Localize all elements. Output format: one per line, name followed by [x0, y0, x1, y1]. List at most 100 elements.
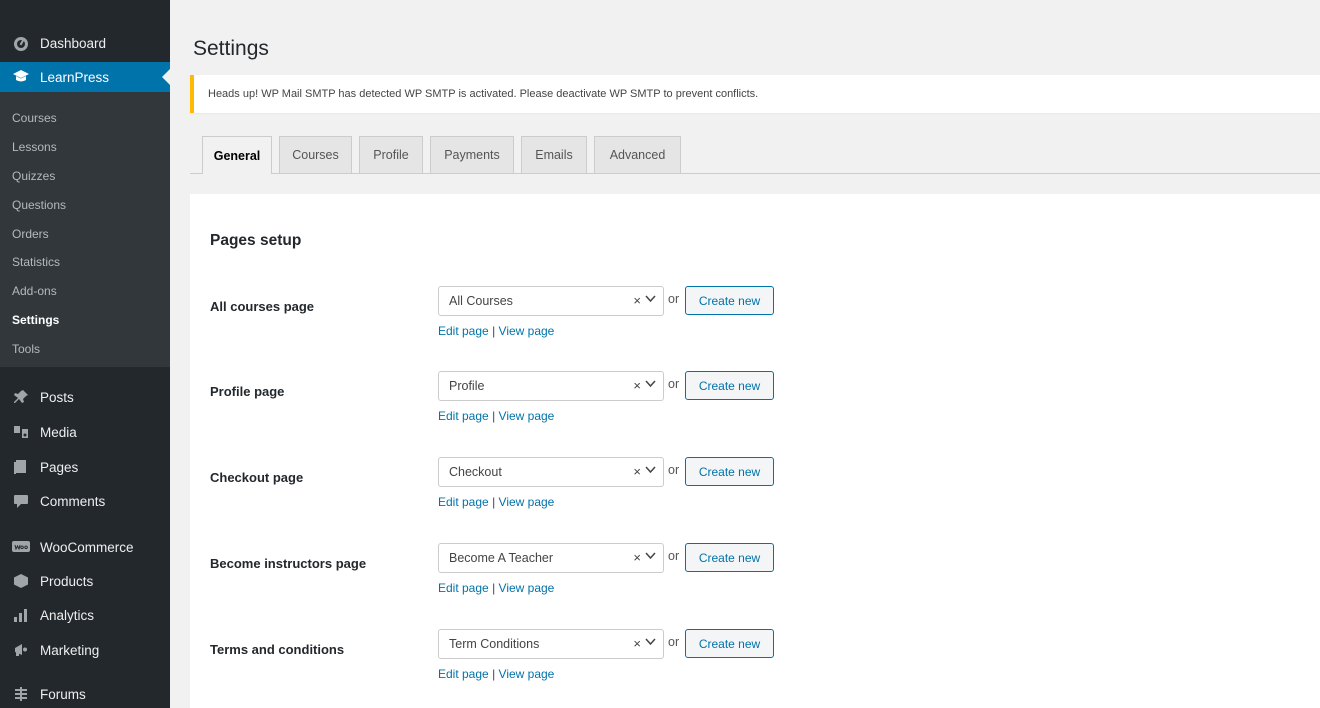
menu-marketing-label: Marketing	[40, 642, 100, 658]
chevron-down-icon[interactable]	[645, 377, 656, 391]
view-page-link[interactable]: View page	[499, 581, 555, 595]
or-text: or	[668, 635, 680, 649]
current-menu-arrow	[162, 69, 170, 85]
menu-forums-label: Forums	[40, 686, 86, 702]
menu-comments[interactable]: Comments	[0, 484, 170, 518]
menu-media[interactable]: Media	[0, 415, 170, 449]
view-page-link[interactable]: View page	[499, 409, 555, 423]
create-new-button[interactable]: Create new	[685, 286, 774, 315]
admin-sidebar: Dashboard LearnPress Courses Lessons Quizz…	[0, 0, 170, 708]
create-new-button[interactable]: Create new	[685, 543, 774, 572]
page-select[interactable]: Profile ×	[438, 371, 664, 401]
menu-products-label: Products	[40, 573, 94, 589]
menu-woocommerce-label: WooCommerce	[40, 539, 134, 555]
clear-icon[interactable]: ×	[633, 464, 641, 479]
media-icon	[12, 423, 30, 441]
tab-payments[interactable]: Payments	[430, 136, 514, 173]
page-select[interactable]: All Courses ×	[438, 286, 664, 316]
page-links: Edit page | View page	[438, 409, 554, 423]
edit-page-link[interactable]: Edit page	[438, 581, 489, 595]
page-select-value: All Courses	[449, 294, 513, 308]
tab-courses[interactable]: Courses	[279, 136, 352, 173]
menu-posts-label: Posts	[40, 389, 74, 405]
clear-icon[interactable]: ×	[633, 636, 641, 651]
setting-row: Become instructors page Become A Teacher ×…	[190, 541, 1320, 611]
submenu-item-lessons[interactable]: Lessons	[0, 133, 170, 162]
submenu-item-add-ons[interactable]: Add-ons	[0, 277, 170, 306]
setting-row: Checkout page Checkout × or Create new Edit p…	[190, 455, 1320, 525]
edit-page-link[interactable]: Edit page	[438, 324, 489, 338]
link-separator: |	[492, 324, 496, 338]
chart-bar-icon	[12, 606, 30, 624]
or-text: or	[668, 292, 680, 306]
setting-label: Become instructors page	[210, 556, 367, 571]
page-select[interactable]: Checkout ×	[438, 457, 664, 487]
setting-row: Profile page Profile × or Create new Edit pag…	[190, 369, 1320, 439]
chevron-down-icon[interactable]	[645, 292, 656, 306]
page-links: Edit page | View page	[438, 324, 554, 338]
submenu-item-quizzes[interactable]: Quizzes	[0, 162, 170, 191]
page-select-value: Checkout	[449, 465, 502, 479]
archive-icon	[12, 572, 30, 590]
create-new-button[interactable]: Create new	[685, 371, 774, 400]
tab-advanced[interactable]: Advanced	[594, 136, 681, 173]
edit-page-link[interactable]: Edit page	[438, 409, 489, 423]
view-page-link[interactable]: View page	[499, 324, 555, 338]
clear-icon[interactable]: ×	[633, 550, 641, 565]
view-page-link[interactable]: View page	[499, 495, 555, 509]
setting-label: All courses page	[210, 299, 315, 314]
menu-products[interactable]: Products	[0, 564, 170, 598]
menu-dashboard[interactable]: Dashboard	[0, 26, 170, 60]
section-title: Pages setup	[210, 232, 302, 249]
megaphone-icon	[12, 641, 30, 659]
page-select[interactable]: Become A Teacher ×	[438, 543, 664, 573]
comment-icon	[12, 492, 30, 510]
pages-icon	[12, 458, 30, 476]
chevron-down-icon[interactable]	[645, 635, 656, 649]
link-separator: |	[492, 581, 496, 595]
view-page-link[interactable]: View page	[499, 667, 555, 681]
menu-learnpress[interactable]: LearnPress	[0, 62, 170, 92]
setting-label: Profile page	[210, 384, 285, 399]
menu-analytics[interactable]: Analytics	[0, 598, 170, 632]
tab-profile[interactable]: Profile	[359, 136, 423, 173]
clear-icon[interactable]: ×	[633, 378, 641, 393]
create-new-button[interactable]: Create new	[685, 457, 774, 486]
edit-page-link[interactable]: Edit page	[438, 667, 489, 681]
setting-label: Checkout page	[210, 470, 304, 485]
link-separator: |	[492, 667, 496, 681]
menu-media-label: Media	[40, 424, 77, 440]
setting-row: Terms and conditions Term Conditions × or Cr…	[190, 627, 1320, 697]
edit-page-link[interactable]: Edit page	[438, 495, 489, 509]
menu-marketing[interactable]: Marketing	[0, 633, 170, 667]
menu-learnpress-label: LearnPress	[40, 69, 110, 85]
menu-pages[interactable]: Pages	[0, 450, 170, 484]
submenu-item-orders[interactable]: Orders	[0, 219, 170, 248]
setting-row: All courses page All Courses × or Create new…	[190, 284, 1320, 354]
submenu-item-questions[interactable]: Questions	[0, 190, 170, 219]
tab-general[interactable]: General	[202, 136, 272, 174]
dashboard-icon	[12, 34, 30, 52]
pin-icon	[12, 388, 30, 406]
woocommerce-icon	[12, 538, 30, 556]
page-select[interactable]: Term Conditions ×	[438, 629, 664, 659]
menu-forums[interactable]: Forums	[0, 677, 170, 708]
page-links: Edit page | View page	[438, 495, 554, 509]
submenu-item-courses[interactable]: Courses	[0, 104, 170, 133]
submenu-item-settings[interactable]: Settings	[0, 306, 170, 335]
clear-icon[interactable]: ×	[633, 293, 641, 308]
tab-emails[interactable]: Emails	[521, 136, 587, 173]
submenu-item-tools[interactable]: Tools	[0, 334, 170, 363]
menu-posts[interactable]: Posts	[0, 380, 170, 414]
page-title: Settings	[193, 37, 269, 60]
setting-label: Terms and conditions	[210, 642, 345, 657]
page-select-value: Profile	[449, 379, 485, 393]
learnpress-submenu: Courses Lessons Quizzes Questions Orders Stat…	[0, 92, 170, 367]
menu-woocommerce[interactable]: WooCommerce	[0, 530, 170, 564]
create-new-button[interactable]: Create new	[685, 629, 774, 658]
submenu-item-statistics[interactable]: Statistics	[0, 248, 170, 277]
page-select-value: Become A Teacher	[449, 551, 554, 565]
or-text: or	[668, 549, 680, 563]
chevron-down-icon[interactable]	[645, 549, 656, 563]
chevron-down-icon[interactable]	[645, 463, 656, 477]
